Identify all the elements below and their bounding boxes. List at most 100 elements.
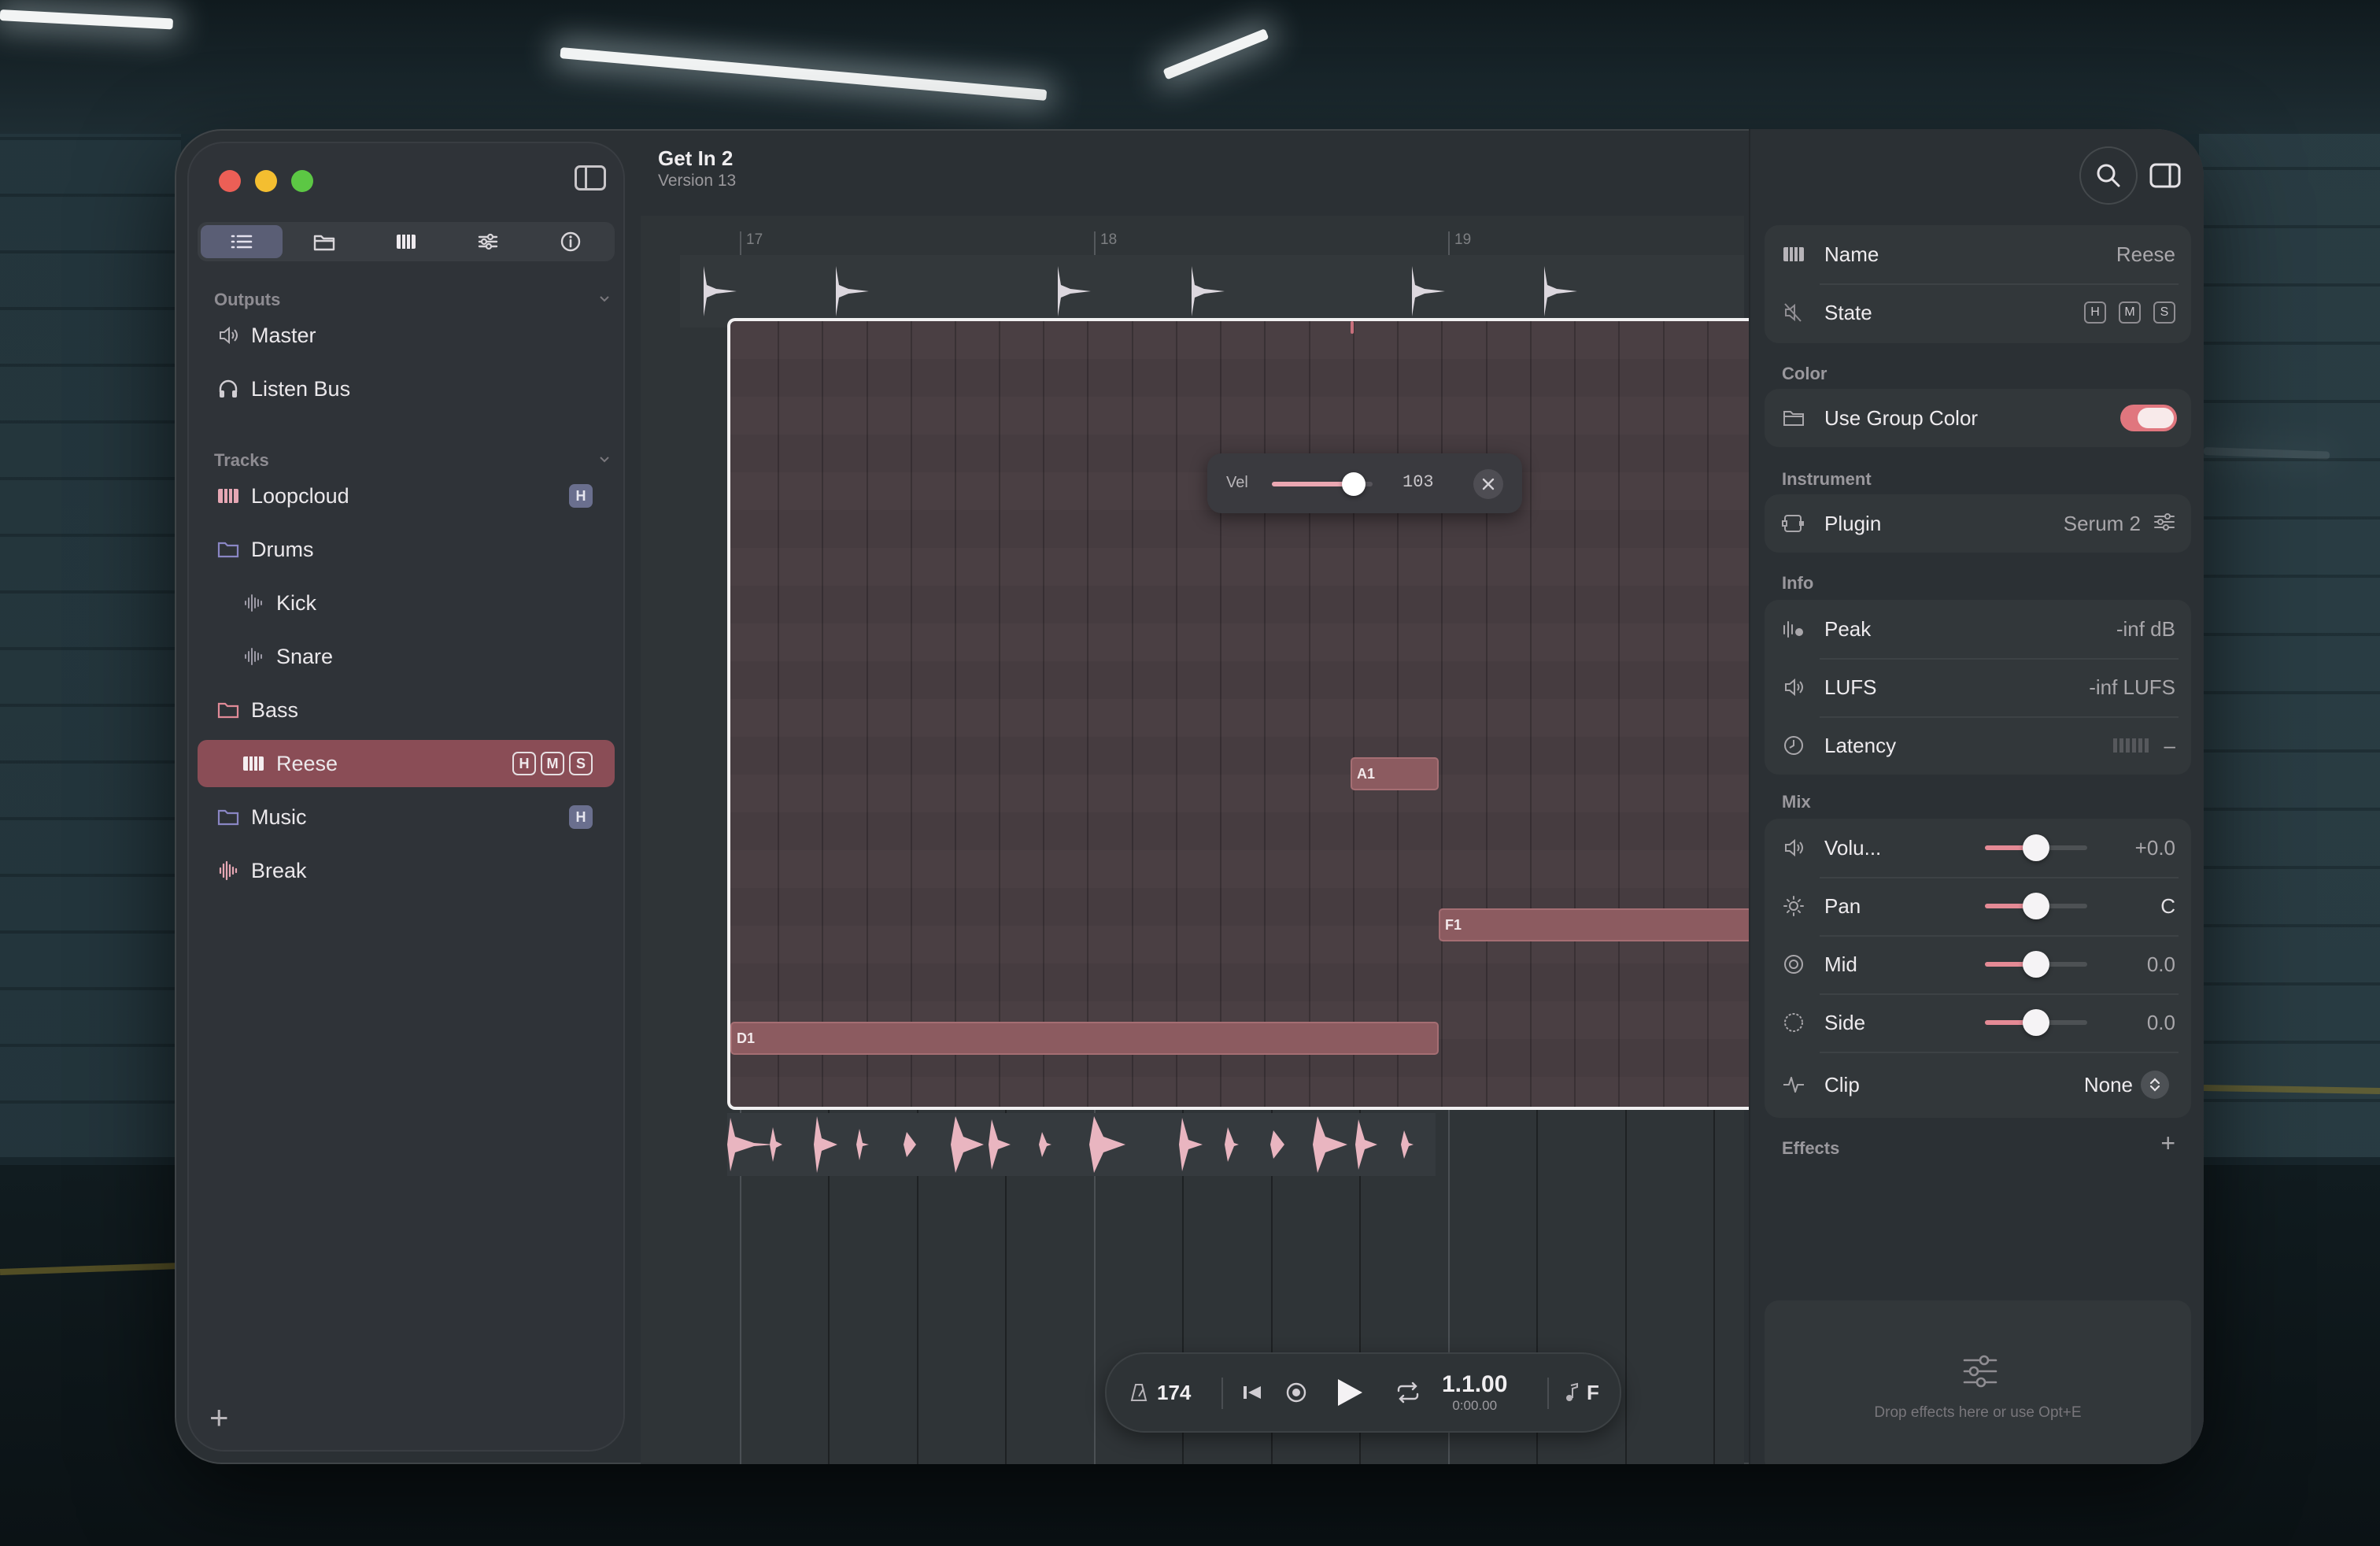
mix-value[interactable]: +0.0 bbox=[2135, 836, 2175, 860]
tab-mixer[interactable] bbox=[447, 225, 529, 258]
hide-toggle[interactable]: H bbox=[2084, 301, 2106, 324]
hide-badge[interactable]: H bbox=[569, 805, 593, 829]
note[interactable]: D1 bbox=[730, 1022, 1439, 1055]
output-label: Listen Bus bbox=[251, 376, 351, 401]
search-button[interactable] bbox=[2079, 146, 2138, 205]
output-listen-bus[interactable]: Listen Bus bbox=[198, 365, 615, 412]
track-music[interactable]: Music H bbox=[198, 793, 615, 841]
mix-value[interactable]: 0.0 bbox=[2147, 1011, 2175, 1035]
mix-value[interactable]: C bbox=[2160, 894, 2175, 919]
side-slider[interactable] bbox=[1985, 1009, 2087, 1036]
music-note-icon bbox=[1566, 1382, 1578, 1401]
kick-hit[interactable] bbox=[1410, 263, 1447, 320]
kick-hit[interactable] bbox=[702, 263, 738, 320]
close-window-button[interactable] bbox=[219, 170, 241, 192]
pan-slider[interactable] bbox=[1985, 893, 2087, 919]
track-break[interactable]: Break bbox=[198, 847, 615, 894]
track-kick[interactable]: Kick bbox=[198, 579, 615, 627]
tab-browser[interactable] bbox=[283, 225, 364, 258]
track-label: Kick bbox=[276, 590, 317, 615]
inspector-toggle-button[interactable] bbox=[2136, 146, 2194, 205]
track-label: Snare bbox=[276, 644, 334, 668]
hide-badge[interactable]: H bbox=[512, 752, 536, 775]
latency-value: – bbox=[2164, 733, 2175, 757]
solo-toggle[interactable]: S bbox=[2153, 301, 2175, 324]
mute-badge[interactable]: M bbox=[541, 752, 564, 775]
tempo-control[interactable]: 174 bbox=[1129, 1352, 1191, 1433]
loop-button[interactable] bbox=[1395, 1352, 1421, 1433]
output-master[interactable]: Master bbox=[198, 312, 615, 359]
name-row[interactable]: Name Reese bbox=[1765, 225, 2191, 283]
plugin-row[interactable]: Plugin Serum 2 bbox=[1765, 494, 2191, 553]
track-label: Loopcloud bbox=[251, 483, 349, 508]
volume-row: Volu... +0.0 bbox=[1765, 819, 2191, 877]
key-control[interactable]: F bbox=[1565, 1352, 1599, 1433]
plugin-label: Plugin bbox=[1824, 511, 1882, 535]
minimize-window-button[interactable] bbox=[255, 170, 277, 192]
track-snare[interactable]: Snare bbox=[198, 633, 615, 680]
volume-slider[interactable] bbox=[1985, 834, 2087, 861]
track-loopcloud[interactable]: Loopcloud H bbox=[198, 472, 615, 520]
plugin-icon bbox=[1780, 510, 1807, 537]
zoom-window-button[interactable] bbox=[291, 170, 313, 192]
piano-icon bbox=[242, 752, 265, 775]
sidebar-right-icon bbox=[2149, 163, 2181, 188]
add-track-button[interactable]: + bbox=[209, 1401, 229, 1434]
ruler-bar-number: 17 bbox=[740, 231, 763, 255]
latency-row: Latency – bbox=[1765, 716, 2191, 775]
mix-value[interactable]: 0.0 bbox=[2147, 952, 2175, 977]
note[interactable]: A1 bbox=[1351, 757, 1439, 790]
velocity-knob[interactable] bbox=[1341, 472, 1366, 496]
folder-icon bbox=[216, 698, 240, 722]
slider-knob[interactable] bbox=[2023, 834, 2049, 861]
tab-info[interactable] bbox=[530, 225, 612, 258]
slider-knob[interactable] bbox=[2023, 1009, 2049, 1036]
mid-slider[interactable] bbox=[1985, 951, 2087, 978]
clip-dropdown-button[interactable] bbox=[2141, 1071, 2169, 1099]
slider-knob[interactable] bbox=[2023, 951, 2049, 978]
break-waveform-lane[interactable] bbox=[727, 1113, 1436, 1176]
use-group-color-toggle[interactable] bbox=[2120, 405, 2177, 431]
kick-hit[interactable] bbox=[1543, 263, 1579, 320]
close-velocity-button[interactable] bbox=[1473, 469, 1503, 499]
track-drums[interactable]: Drums bbox=[198, 526, 615, 573]
tab-instruments[interactable] bbox=[365, 225, 447, 258]
chevron-down-icon[interactable] bbox=[598, 293, 611, 305]
mute-toggle[interactable]: M bbox=[2119, 301, 2141, 324]
use-group-color-row[interactable]: Use Group Color bbox=[1765, 389, 2191, 447]
plugin-value: Serum 2 bbox=[2063, 511, 2141, 535]
play-button[interactable] bbox=[1335, 1352, 1365, 1433]
solo-badge[interactable]: S bbox=[569, 752, 593, 775]
velocity-value[interactable]: 103 bbox=[1402, 472, 1434, 492]
chevron-down-icon[interactable] bbox=[598, 453, 611, 466]
record-button[interactable] bbox=[1284, 1352, 1308, 1433]
slider-knob[interactable] bbox=[2023, 893, 2049, 919]
add-effect-button[interactable]: + bbox=[2160, 1129, 2175, 1158]
kick-hit[interactable] bbox=[1056, 263, 1092, 320]
effects-drop-zone[interactable]: Drop effects here or use Opt+E bbox=[1765, 1300, 2191, 1464]
track-reese[interactable]: Reese H M S bbox=[198, 740, 615, 787]
timeline-ruler[interactable]: 17 18 19 bbox=[641, 216, 1744, 255]
piano-roll[interactable]: A1 F1 D1 bbox=[727, 318, 1749, 1110]
kick-hit[interactable] bbox=[834, 263, 870, 320]
track-bass[interactable]: Bass bbox=[198, 686, 615, 734]
state-label: State bbox=[1824, 300, 1872, 324]
sidebar-toggle-icon[interactable] bbox=[575, 165, 606, 190]
hide-badge[interactable]: H bbox=[569, 484, 593, 508]
name-label: Name bbox=[1824, 242, 1879, 266]
peak-value: -inf dB bbox=[2116, 616, 2175, 641]
plugin-settings-icon[interactable] bbox=[2153, 512, 2175, 535]
name-value[interactable]: Reese bbox=[2116, 242, 2175, 267]
clip-row[interactable]: Clip None bbox=[1765, 1052, 2191, 1118]
kick-hit[interactable] bbox=[1190, 263, 1226, 320]
tab-tracks-list[interactable] bbox=[201, 225, 283, 258]
outputs-section-title: Outputs bbox=[214, 290, 281, 309]
kick-lane[interactable] bbox=[680, 255, 1744, 327]
rewind-button[interactable] bbox=[1240, 1352, 1264, 1433]
note[interactable]: F1 bbox=[1439, 908, 1749, 941]
velocity-slider[interactable] bbox=[1272, 472, 1373, 496]
clip-value: None bbox=[2083, 1072, 2133, 1097]
track-label: Bass bbox=[251, 697, 299, 722]
playhead-position[interactable]: 1.1.00 0:00.00 bbox=[1442, 1352, 1507, 1433]
track-label: Break bbox=[251, 858, 307, 882]
